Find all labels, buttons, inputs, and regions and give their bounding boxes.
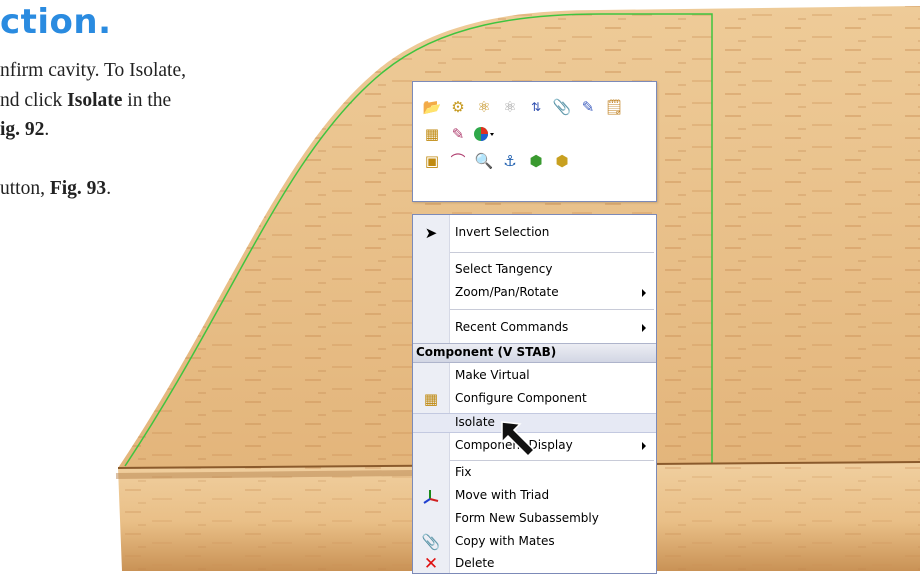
toolbar-row-2: ▦ ✎ <box>421 123 495 145</box>
component-icon[interactable]: ⚛ <box>499 96 521 118</box>
triad-icon <box>421 487 441 505</box>
menu-item-select-tangency[interactable]: Select Tangency <box>413 260 656 280</box>
submenu-arrow-icon <box>642 442 646 450</box>
menu-item-recent-commands[interactable]: Recent Commands <box>413 318 656 338</box>
menu-item-delete[interactable]: ✕ Delete <box>413 554 656 574</box>
open-part-icon[interactable]: 📂 <box>421 96 443 118</box>
menu-item-zoom-pan-rotate[interactable]: Zoom/Pan/Rotate <box>413 283 656 303</box>
zoom-selection-icon[interactable]: 🔍 <box>473 150 495 172</box>
sketch-line-icon[interactable]: ⌒ <box>447 150 469 172</box>
delete-icon: ✕ <box>423 554 439 574</box>
assembly-icon[interactable]: ⚛ <box>473 96 495 118</box>
menu-item-copy-with-mates[interactable]: 📎 Copy with Mates <box>413 532 656 552</box>
copy-with-mates-icon: 📎 <box>421 533 441 551</box>
properties-icon[interactable]: 🗒 <box>603 96 625 118</box>
paperclip-icon[interactable]: 📎 <box>551 96 573 118</box>
submenu-arrow-icon <box>642 289 646 297</box>
toolbar-row-3: ▣ ⌒ 🔍 ⚓ ⬢ ⬢ <box>421 150 573 172</box>
component-section-header: Component (V STAB) <box>413 343 656 363</box>
toolbar-row-1: 📂 ⚙ ⚛ ⚛ ⇅ 📎 ✎ 🗒 <box>421 96 625 118</box>
select-icon[interactable]: ▣ <box>421 150 443 172</box>
menu-item-move-with-triad[interactable]: Move with Triad <box>413 486 656 506</box>
menu-item-fix[interactable]: Fix <box>413 463 656 483</box>
hide-show-icon[interactable]: ⇅ <box>525 96 547 118</box>
mouse-pointer-icon <box>501 421 536 458</box>
menu-item-form-new-subassembly[interactable]: Form New Subassembly <box>413 509 656 529</box>
normal-to-icon[interactable]: ⚓ <box>499 150 521 172</box>
view-icon[interactable]: ⬢ <box>525 150 547 172</box>
appearance-icon[interactable] <box>473 123 495 145</box>
edit-part-icon[interactable]: ⚙ <box>447 96 469 118</box>
menu-item-invert-selection[interactable]: ➤ Invert Selection <box>413 223 656 243</box>
submenu-arrow-icon <box>642 324 646 332</box>
configure-component-icon: ▦ <box>423 390 439 408</box>
isolate-view-icon[interactable]: ⬢ <box>551 150 573 172</box>
context-toolbar: 📂 ⚙ ⚛ ⚛ ⇅ 📎 ✎ 🗒 ▦ ✎ ▣ ⌒ 🔍 ⚓ ⬢ ⬢ <box>412 81 657 202</box>
menu-item-make-virtual[interactable]: Make Virtual <box>413 366 656 386</box>
context-menu: ➤ Invert Selection Select Tangency Zoom/… <box>412 214 657 574</box>
edit-sketch-icon[interactable]: ✎ <box>447 123 469 145</box>
menu-item-configure-component[interactable]: ▦ Configure Component <box>413 389 656 409</box>
configure-icon[interactable]: ▦ <box>421 123 443 145</box>
sketch-icon[interactable]: ✎ <box>577 96 599 118</box>
invert-selection-icon: ➤ <box>424 224 438 242</box>
